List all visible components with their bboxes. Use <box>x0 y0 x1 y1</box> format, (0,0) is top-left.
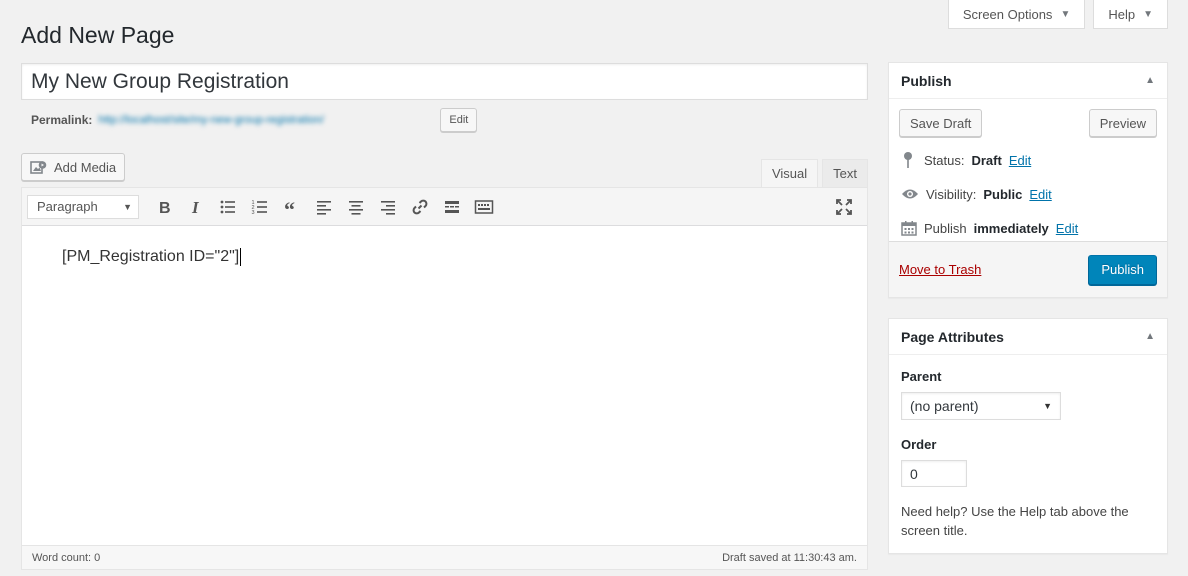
order-input-value: 0 <box>910 465 918 482</box>
status-value: Draft <box>971 152 1002 168</box>
fullscreen-button[interactable] <box>829 192 859 222</box>
bullet-list-button[interactable] <box>213 192 243 222</box>
collapse-icon[interactable]: ▲ <box>1145 75 1155 86</box>
align-right-button[interactable] <box>373 192 403 222</box>
publish-actions: Save Draft Preview <box>889 99 1167 143</box>
caret-down-icon: ▼ <box>1143 8 1153 20</box>
publish-edit-link[interactable]: Edit <box>1056 221 1078 236</box>
page-attributes-header[interactable]: Page Attributes ▲ <box>889 319 1167 355</box>
editor-status-bar: Word count: 0 Draft saved at 11:30:43 am… <box>22 545 867 569</box>
svg-text:3: 3 <box>252 210 255 216</box>
bullet-list-icon <box>220 200 235 213</box>
visibility-edit-link[interactable]: Edit <box>1029 187 1051 202</box>
italic-button[interactable]: I <box>181 192 211 222</box>
permalink-url[interactable]: http://localhost/site/my-new-group-regis… <box>98 114 434 126</box>
parent-select-value: (no parent) <box>910 398 979 414</box>
add-media-button[interactable]: Add Media <box>21 153 126 181</box>
screen-options-button[interactable]: Screen Options ▼ <box>947 0 1086 29</box>
help-button[interactable]: Help ▼ <box>1093 0 1168 29</box>
content-editor: Paragraph ▼ B I 1 2 3 “ [PM_Registration… <box>21 187 868 570</box>
page-attributes-box: Page Attributes ▲ Parent (no parent) ▼ O… <box>888 318 1168 554</box>
visibility-row: Visibility: Public Edit <box>889 177 1167 211</box>
page-attributes-body: Parent (no parent) ▼ Order 0 Need help? … <box>889 355 1167 540</box>
help-label: Help <box>1108 6 1136 22</box>
order-label: Order <box>901 437 937 452</box>
publish-box-title: Publish <box>901 72 952 89</box>
collapse-icon[interactable]: ▲ <box>1145 331 1155 342</box>
format-select-value: Paragraph <box>37 199 98 214</box>
permalink-edit-button[interactable]: Edit <box>440 108 478 132</box>
parent-select[interactable]: (no parent) ▼ <box>901 392 1061 420</box>
text-cursor <box>240 248 242 266</box>
keyboard-icon <box>474 199 494 214</box>
fullscreen-icon <box>836 199 852 215</box>
align-center-icon <box>349 200 363 215</box>
preview-button[interactable]: Preview <box>1088 109 1157 137</box>
help-text: Need help? Use the Help tab above the sc… <box>901 504 1129 538</box>
align-left-icon <box>317 200 331 215</box>
insert-link-button[interactable] <box>405 192 435 222</box>
page-title: Add New Page <box>21 22 175 48</box>
media-icon <box>30 161 47 174</box>
editor-content[interactable]: [PM_Registration ID="2"] <box>22 226 867 545</box>
pin-icon <box>904 152 912 168</box>
svg-text:I: I <box>191 198 200 217</box>
italic-icon: I <box>191 198 200 217</box>
parent-label: Parent <box>901 369 942 384</box>
move-to-trash-link[interactable]: Move to Trash <box>899 262 981 277</box>
link-icon <box>412 199 428 214</box>
publish-value: immediately <box>973 220 1049 236</box>
eye-icon <box>902 189 918 199</box>
status-row: Status: Draft Edit <box>889 143 1167 177</box>
read-more-button[interactable] <box>437 192 467 222</box>
title-input-value: My New Group Registration <box>31 69 289 93</box>
screen-options-label: Screen Options <box>962 6 1053 22</box>
publish-button[interactable]: Publish <box>1088 254 1157 285</box>
page: Screen Options ▼ Help ▼ Add New Page My … <box>0 0 1188 576</box>
caret-down-icon: ▼ <box>1043 401 1052 411</box>
bold-icon: B <box>159 200 171 217</box>
tab-visual[interactable]: Visual <box>760 159 819 187</box>
svg-text:“: “ <box>284 197 295 217</box>
caret-down-icon: ▼ <box>1060 8 1071 20</box>
align-right-icon <box>381 200 395 215</box>
add-media-label: Add Media <box>54 159 117 175</box>
svg-text:B: B <box>159 200 171 217</box>
align-center-button[interactable] <box>341 192 371 222</box>
numbered-list-icon: 1 2 3 <box>252 200 267 216</box>
draft-saved-status: Draft saved at 11:30:43 am. <box>722 551 857 564</box>
order-input[interactable]: 0 <box>901 460 967 487</box>
visibility-value: Public <box>983 186 1023 202</box>
publish-box-header[interactable]: Publish ▲ <box>889 63 1167 99</box>
publish-box: Publish ▲ Save Draft Preview Status: Dra… <box>888 62 1168 298</box>
quote-icon: “ <box>284 197 295 217</box>
word-count: Word count: 0 <box>32 551 101 564</box>
calendar-icon <box>901 221 917 236</box>
toolbar-toggle-button[interactable] <box>469 192 499 222</box>
publish-label: Publish <box>924 220 967 236</box>
status-edit-link[interactable]: Edit <box>1009 153 1031 168</box>
visibility-label: Visibility: <box>926 186 977 202</box>
save-draft-button[interactable]: Save Draft <box>899 109 983 137</box>
align-left-button[interactable] <box>309 192 339 222</box>
editor-tabs: Visual Text <box>760 159 868 187</box>
publish-schedule-row: Publish immediately Edit <box>889 211 1167 245</box>
caret-down-icon: ▼ <box>123 201 132 212</box>
blockquote-button[interactable]: “ <box>277 192 307 222</box>
numbered-list-button[interactable]: 1 2 3 <box>245 192 275 222</box>
page-attributes-title: Page Attributes <box>901 328 1004 345</box>
major-publishing-actions: Move to Trash Publish <box>889 241 1167 297</box>
read-more-icon <box>445 200 459 213</box>
editor-content-text: [PM_Registration ID="2"] <box>62 248 240 266</box>
title-input[interactable]: My New Group Registration <box>21 63 868 100</box>
tab-text[interactable]: Text <box>822 159 868 187</box>
permalink: Permalink: http://localhost/site/my-new-… <box>31 108 478 132</box>
format-select[interactable]: Paragraph ▼ <box>27 194 139 219</box>
screen-meta-links: Screen Options ▼ Help ▼ <box>947 0 1168 29</box>
editor-toolbar: Paragraph ▼ B I 1 2 3 “ <box>22 188 867 226</box>
bold-button[interactable]: B <box>149 192 179 222</box>
permalink-label: Permalink: <box>31 113 93 127</box>
status-label: Status: <box>924 152 965 168</box>
